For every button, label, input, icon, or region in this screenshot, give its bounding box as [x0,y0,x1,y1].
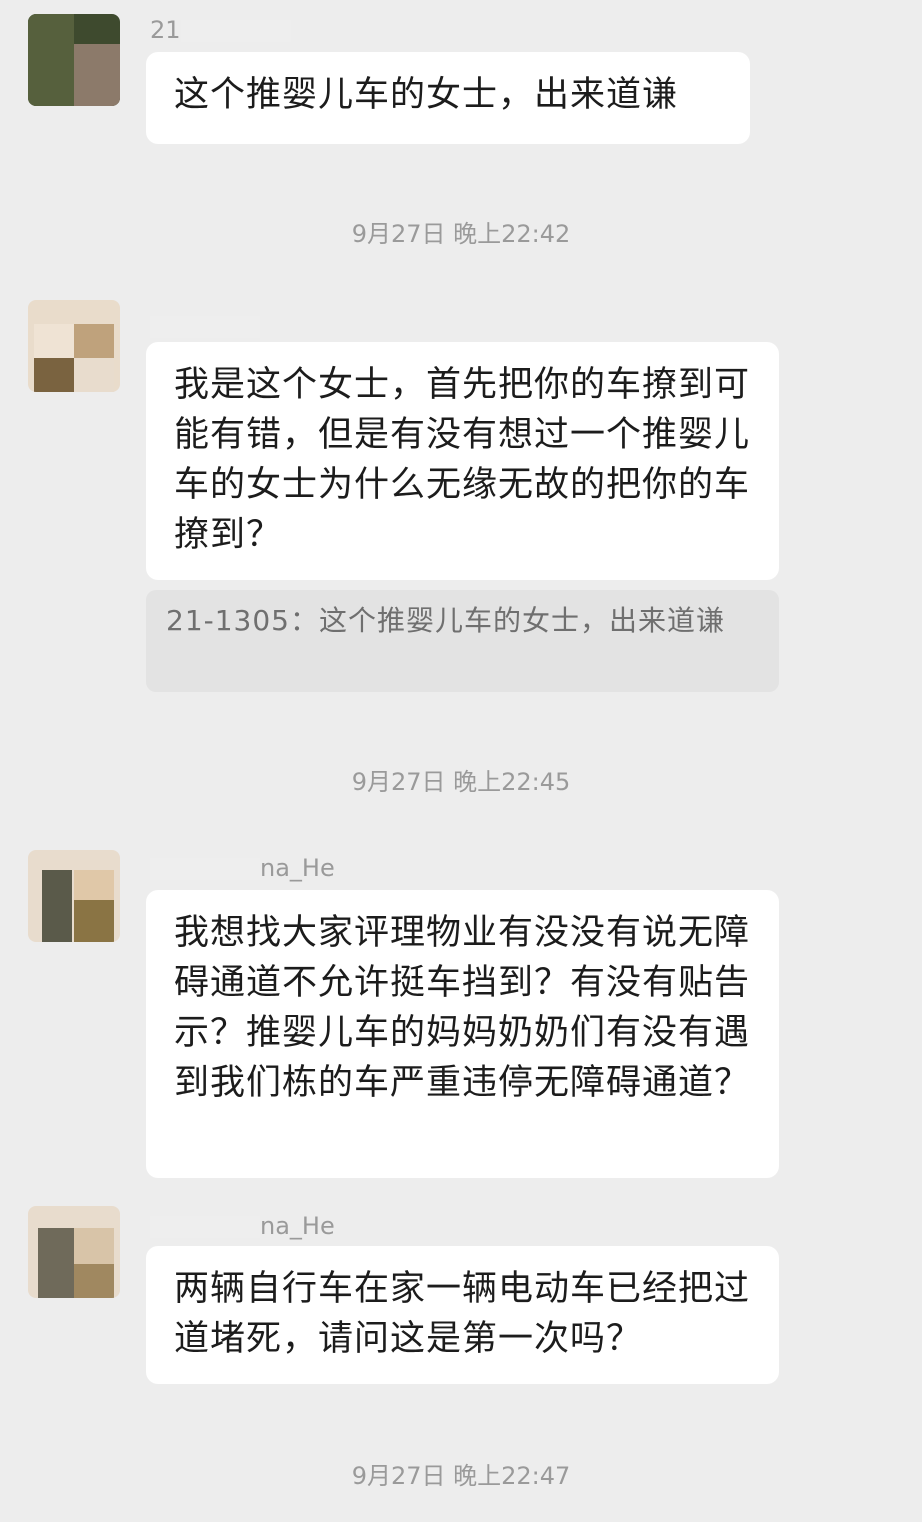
message-text: 我想找大家评理物业有没没有说无障碍通道不允许挺车挡到？有没有贴告示？推婴儿车的妈… [174,913,751,1103]
sender-name [150,312,260,340]
quoted-text: 21-1305：这个推婴儿车的女士，出来道谦 [166,604,725,637]
timestamp: 9月27日 晚上22:47 [351,1462,571,1490]
avatar[interactable] [28,14,120,106]
message-text: 两辆自行车在家一辆电动车已经把过道堵死，请问这是第一次吗？ [174,1269,751,1359]
sender-name: 21 [150,16,291,44]
message-bubble[interactable]: 我想找大家评理物业有没没有说无障碍通道不允许挺车挡到？有没有贴告示？推婴儿车的妈… [146,890,779,1178]
message-text: 这个推婴儿车的女士，出来道谦 [174,75,679,115]
timestamp: 9月27日 晚上22:42 [351,220,571,248]
avatar[interactable] [28,850,120,942]
sender-name: na_He [150,1212,335,1240]
message-text: 我是这个女士，首先把你的车撩到可能有错，但是有没有想过一个推婴儿车的女士为什么无… [174,365,751,555]
quoted-message[interactable]: 21-1305：这个推婴儿车的女士，出来道谦 [146,590,779,692]
avatar[interactable] [28,1206,120,1298]
avatar[interactable] [28,300,120,392]
message-bubble[interactable]: 这个推婴儿车的女士，出来道谦 [146,52,750,144]
message-bubble[interactable]: 我是这个女士，首先把你的车撩到可能有错，但是有没有想过一个推婴儿车的女士为什么无… [146,342,779,580]
timestamp: 9月27日 晚上22:45 [351,768,571,796]
message-bubble[interactable]: 两辆自行车在家一辆电动车已经把过道堵死，请问这是第一次吗？ [146,1246,779,1384]
sender-name: na_He [150,854,335,882]
